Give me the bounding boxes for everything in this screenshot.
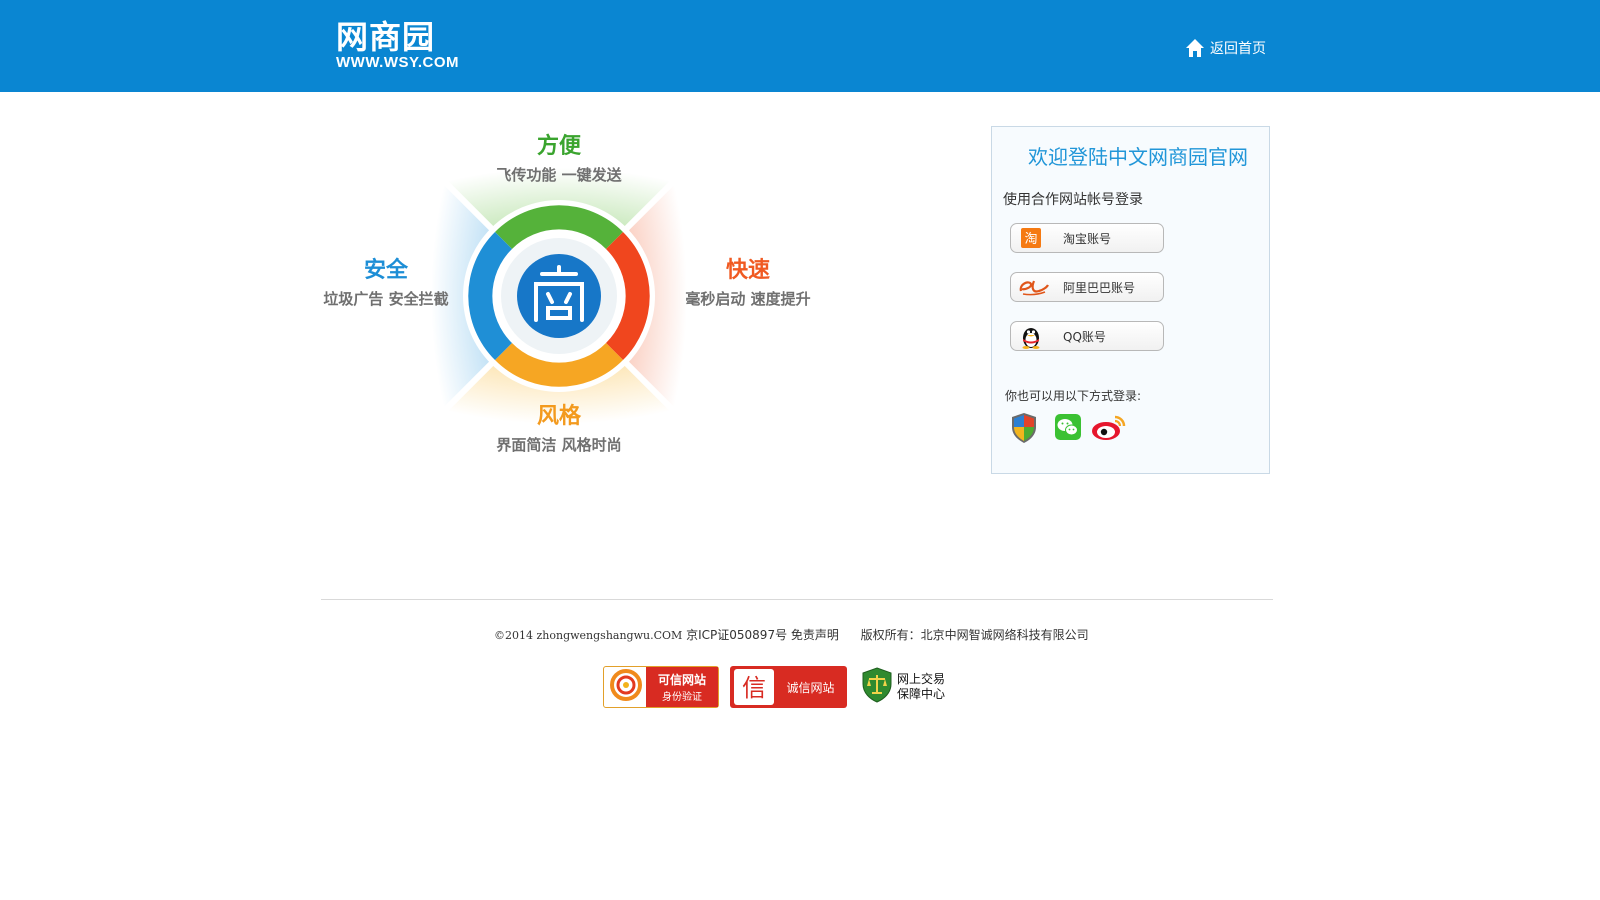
feature-promo-graphic: 方便 飞传功能 一键发送 安全 垃圾广告 安全拦截 快速 毫秒启动 速度提升 风… [316,124,826,474]
logo-domain-text: WWW.WSY.COM [336,54,459,71]
alternative-login-label: 你也可以用以下方式登录: [1005,389,1142,403]
copyright-text: ©2014 zhongwengshangwu.COM [494,629,683,642]
weibo-login-button[interactable] [1090,411,1130,443]
promo-left-title: 安全 [363,258,408,283]
promo-top-title: 方便 [536,134,581,159]
icp-license-text: 京ICP证050897号 [686,628,788,642]
login-welcome-title: 欢迎登陆中文网商园官网 [1028,145,1248,169]
promo-right-title: 快速 [725,258,770,283]
promo-right-subtitle: 毫秒启动 速度提升 [685,290,811,308]
site-logo[interactable]: 网商园 WWW.WSY.COM [336,20,464,78]
promo-bottom-block: 风格 界面简洁 风格时尚 [489,404,629,456]
promo-left-block: 安全 垃圾广告 安全拦截 [316,258,456,310]
trade-badge-line2: 保障中心 [897,687,946,701]
promo-right-block: 快速 毫秒启动 速度提升 [678,258,818,310]
shield-login-button[interactable] [1008,411,1044,443]
weibo-icon [1090,415,1130,447]
copyright-owner-text: 版权所有：北京中网智诚网络科技有限公司 [860,628,1089,642]
back-to-home-link[interactable]: 返回首页 [1185,36,1266,60]
trusted-badge-line2: 身份验证 [662,692,702,703]
taobao-login-button[interactable]: 淘 淘宝账号 [1010,223,1164,253]
home-icon [1185,38,1205,58]
alibaba-icon [1017,276,1051,298]
footer-info: ©2014 zhongwengshangwu.COM 京ICP证050897号 … [494,626,1089,643]
promo-left-subtitle: 垃圾广告 安全拦截 [323,290,449,308]
qq-login-button[interactable]: QQ账号 [1010,321,1164,351]
partner-login-label: 使用合作网站帐号登录 [1003,192,1143,208]
footer-divider [321,599,1273,600]
qq-penguin-icon [1020,325,1042,349]
wechat-icon [1052,414,1084,447]
integrity-seal-icon: 信 [734,669,774,705]
taobao-icon: 淘 [1020,227,1042,249]
promo-top-subtitle: 飞传功能 一键发送 [496,166,622,184]
qq-login-label: QQ账号 [1063,330,1106,344]
trade-protection-badge[interactable]: 网上交易 保障中心 [860,666,956,708]
trade-badge-line1: 网上交易 [897,672,946,686]
logo-chinese-text: 网商园 [336,18,436,56]
top-header-bar: 网商园 WWW.WSY.COM 返回首页 [0,0,1600,92]
shield-icon [1008,413,1040,449]
promo-bottom-title: 风格 [536,404,581,429]
login-panel: 欢迎登陆中文网商园官网 使用合作网站帐号登录 淘 淘宝账号 阿里巴巴账号 QQ账… [991,126,1270,474]
promo-bottom-subtitle: 界面简洁 风格时尚 [496,436,622,454]
wechat-login-button[interactable] [1052,411,1088,443]
svg-text:淘: 淘 [1024,232,1037,247]
taobao-login-label: 淘宝账号 [1063,232,1112,246]
integrity-site-badge[interactable]: 信 诚信网站 [730,666,847,708]
integrity-badge-line1: 诚信网站 [786,680,835,695]
trusted-ring-icon [610,669,642,705]
svg-text:信: 信 [742,674,766,702]
alibaba-login-label: 阿里巴巴账号 [1063,281,1136,295]
promo-top-block: 方便 飞传功能 一键发送 [489,134,629,186]
trusted-site-badge[interactable]: 可信网站 身份验证 [603,666,719,708]
disclaimer-link[interactable]: 免责声明 [791,628,839,642]
alibaba-login-button[interactable]: 阿里巴巴账号 [1010,272,1164,302]
home-link-label: 返回首页 [1210,41,1266,57]
scales-shield-icon [860,666,894,708]
trusted-badge-line1: 可信网站 [657,673,706,687]
